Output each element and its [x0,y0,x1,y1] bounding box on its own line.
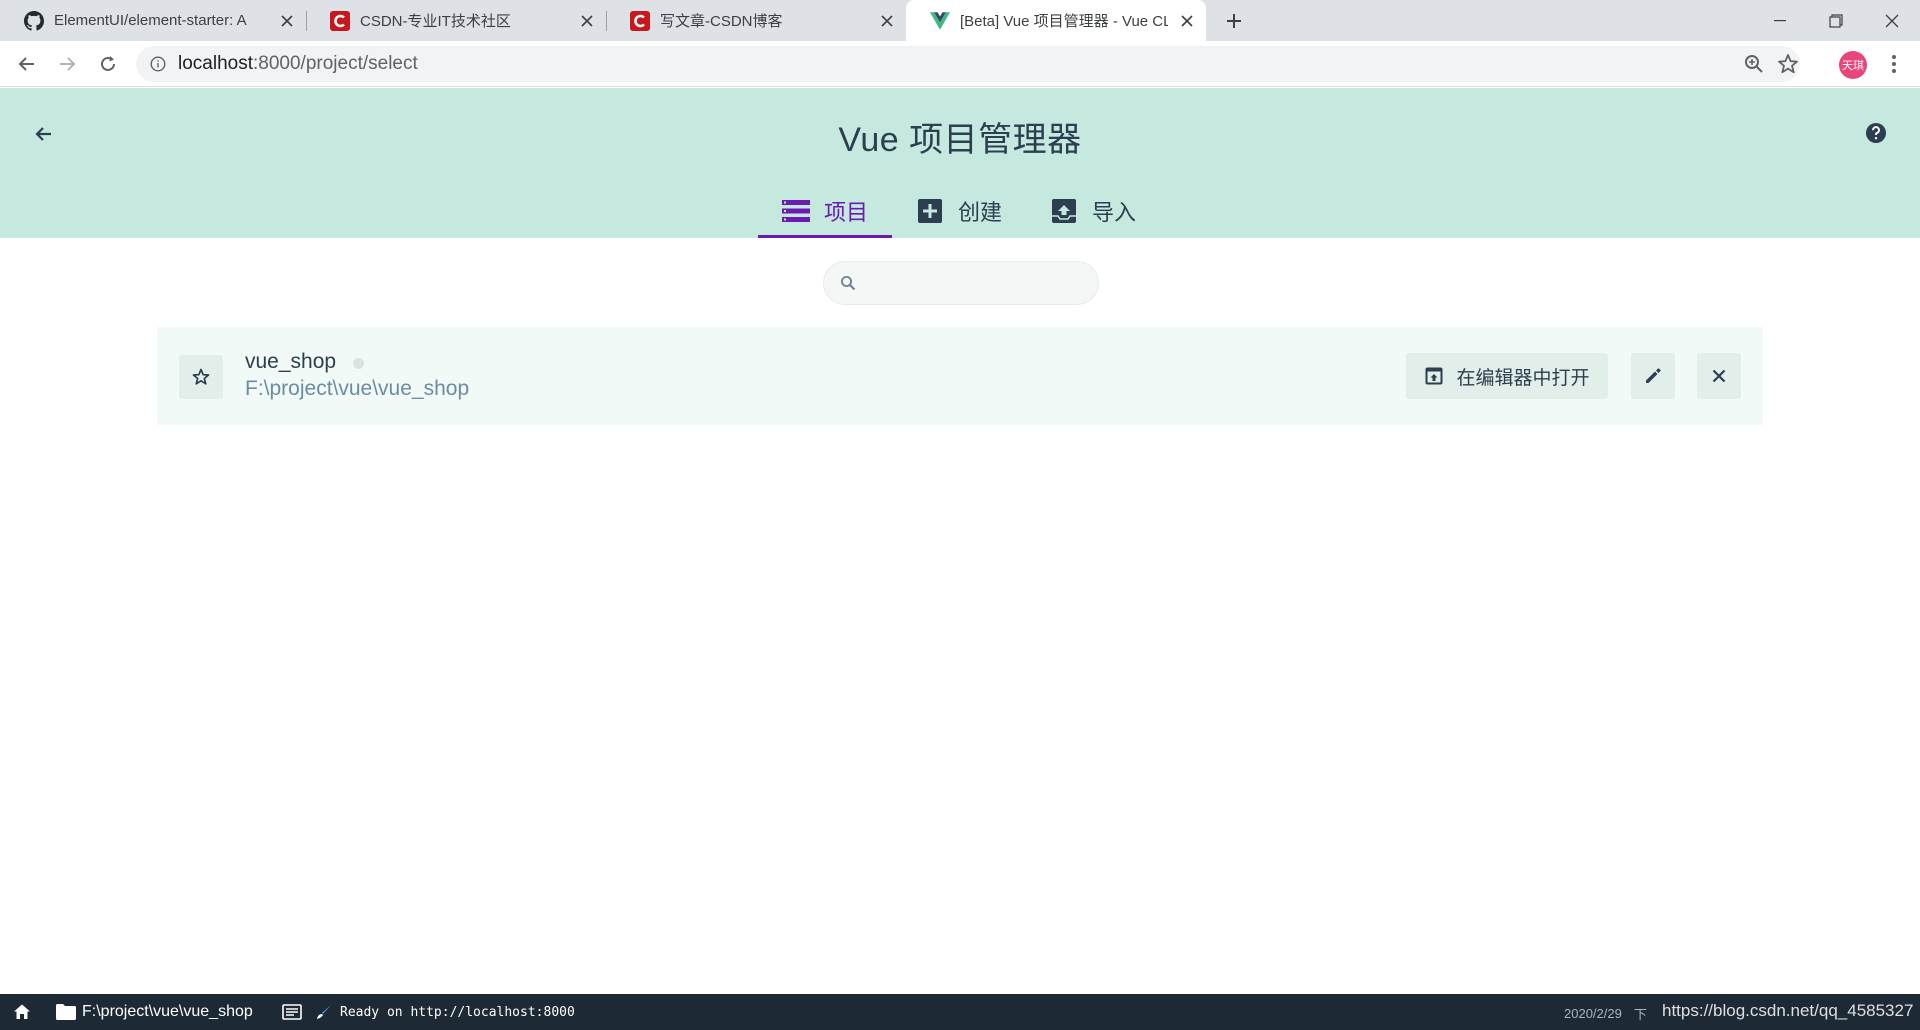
new-tab-button[interactable] [1222,9,1246,33]
project-search [823,261,1099,305]
browser-tab-vue-ui[interactable]: [Beta] Vue 项目管理器 - Vue CL [906,0,1206,41]
browser-tab-csdn-write[interactable]: 写文章-CSDN博客 [606,0,906,41]
tab-label: 项目 [824,200,869,225]
tab-label: 导入 [1092,200,1137,225]
main-nav-tabs: 项目 创建 导入 [758,184,1160,238]
info-icon[interactable] [148,54,168,74]
project-name: vue_shop [245,350,337,373]
project-path: F:\project\vue\vue_shop [245,377,470,400]
tab-title: [Beta] Vue 项目管理器 - Vue CL [960,13,1168,30]
browser-toolbar: localhost:8000/project/select 天琪 [0,41,1920,87]
github-icon [24,10,44,31]
avatar[interactable]: 天琪 [1839,51,1867,79]
tab-title: 写文章-CSDN博客 [660,13,783,30]
browser-back-button[interactable] [13,50,41,78]
status-datetime: 2020/2/29 下 [1564,1003,1647,1023]
close-icon[interactable] [876,10,898,32]
open-in-editor-label: 在编辑器中打开 [1456,367,1590,389]
address-bar[interactable]: localhost:8000/project/select [136,46,1800,82]
star-icon [192,368,210,385]
browser-menu-icon[interactable] [1880,50,1908,78]
csdn-icon [330,10,350,31]
browser-forward-button[interactable] [53,50,81,78]
brush-icon [316,1004,332,1020]
pencil-icon [1646,368,1661,383]
window-close-button[interactable] [1864,0,1920,41]
project-status-dot [353,357,365,369]
url-text: localhost:8000/project/select [178,53,418,75]
status-date: 2020/2/29 [1564,1005,1622,1021]
minimize-button[interactable] [1752,0,1808,41]
help-icon[interactable] [1864,121,1888,145]
current-folder-path: F:\project\vue\vue_shop [82,1003,253,1020]
tab-create[interactable]: 创建 [892,184,1026,238]
upload-box-icon [1050,197,1078,225]
csdn-icon [630,10,650,31]
watermark-text: https://blog.csdn.net/qq_4585327 [1662,1001,1914,1020]
log-message[interactable]: Ready on http://localhost:8000 [316,1002,575,1022]
favorite-button[interactable] [179,355,223,399]
close-icon [1712,369,1726,383]
current-folder[interactable]: F:\project\vue\vue_shop [56,1001,253,1023]
folder-icon [56,1002,76,1022]
zoom-icon[interactable] [1742,52,1766,81]
reload-button[interactable] [94,50,122,78]
restore-button[interactable] [1808,0,1864,41]
search-input[interactable] [866,274,1086,292]
status-bar: F:\project\vue\vue_shop Ready on http://… [0,994,1920,1030]
search-icon [838,273,858,293]
url-path: :8000/project/select [253,53,418,74]
log-text: Ready on http://localhost:8000 [340,1004,575,1020]
tab-title: ElementUI/element-starter: A [54,12,247,29]
home-icon[interactable] [12,1002,32,1022]
browser-tab-csdn[interactable]: CSDN-专业IT技术社区 [306,0,606,41]
bookmark-star-icon[interactable] [1776,52,1800,81]
tab-projects[interactable]: 项目 [758,184,893,238]
vue-icon [930,11,950,31]
tab-title: CSDN-专业IT技术社区 [360,13,511,30]
close-icon[interactable] [576,10,598,32]
project-name-row: vue_shop [245,350,365,374]
console-icon[interactable] [282,1002,302,1022]
close-icon[interactable] [276,10,298,32]
open-in-editor-button[interactable]: 在编辑器中打开 [1406,353,1608,399]
remove-button[interactable] [1697,353,1741,399]
page-title: Vue 项目管理器 [838,121,1082,159]
plus-box-icon [916,197,944,225]
tab-label: 创建 [958,200,1003,225]
tab-import[interactable]: 导入 [1026,184,1160,238]
edit-button[interactable] [1631,353,1675,399]
status-time: 下 [1633,1006,1647,1022]
browser-tab-github[interactable]: ElementUI/element-starter: A [0,0,306,41]
open-in-new-icon [1424,366,1444,386]
close-icon[interactable] [1176,10,1198,32]
browser-tab-strip: ElementUI/element-starter: A CSDN-专业IT技术… [0,0,1920,41]
app-header: Vue 项目管理器 项目 创建 导入 [0,88,1920,238]
list-icon [782,197,810,225]
project-list-item[interactable]: vue_shop F:\project\vue\vue_shop 在编辑器中打开 [157,327,1763,425]
url-host: localhost [178,53,253,74]
